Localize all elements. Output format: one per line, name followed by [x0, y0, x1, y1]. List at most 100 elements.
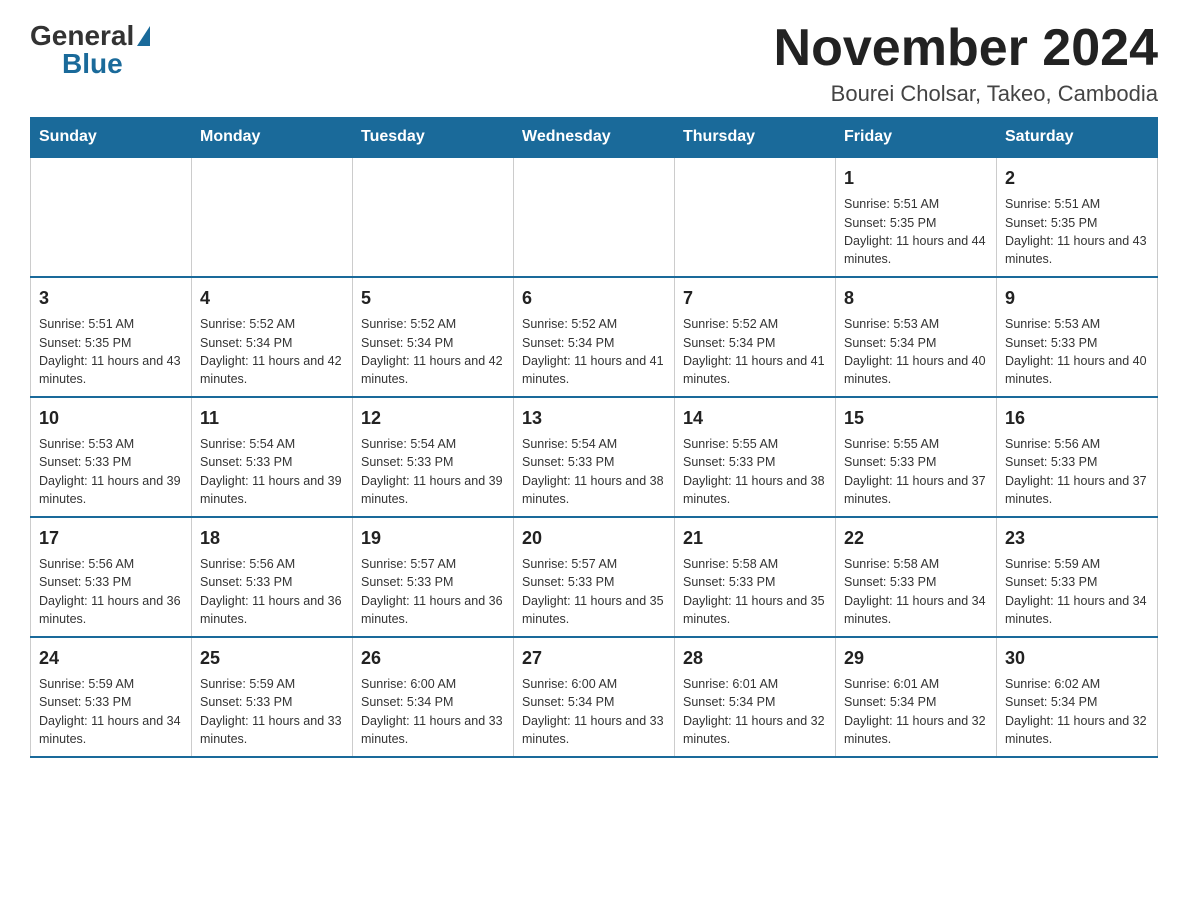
calendar-day-cell: 8 Sunrise: 5:53 AMSunset: 5:34 PMDaylight… — [836, 277, 997, 397]
day-info: Sunrise: 5:51 AMSunset: 5:35 PMDaylight:… — [1005, 197, 1147, 266]
day-info: Sunrise: 5:52 AMSunset: 5:34 PMDaylight:… — [361, 317, 503, 386]
day-info: Sunrise: 6:02 AMSunset: 5:34 PMDaylight:… — [1005, 677, 1147, 746]
calendar-week-row: 1 Sunrise: 5:51 AMSunset: 5:35 PMDaylight… — [31, 157, 1158, 277]
day-info: Sunrise: 5:53 AMSunset: 5:34 PMDaylight:… — [844, 317, 986, 386]
calendar-day-cell — [675, 157, 836, 277]
calendar-day-cell: 13 Sunrise: 5:54 AMSunset: 5:33 PMDayligh… — [514, 397, 675, 517]
day-info: Sunrise: 5:56 AMSunset: 5:33 PMDaylight:… — [200, 557, 342, 626]
calendar-day-cell: 7 Sunrise: 5:52 AMSunset: 5:34 PMDaylight… — [675, 277, 836, 397]
day-info: Sunrise: 5:55 AMSunset: 5:33 PMDaylight:… — [683, 437, 825, 506]
day-number: 18 — [200, 526, 344, 551]
calendar-day-cell: 21Sunrise: 5:58 AMSunset: 5:33 PMDayligh… — [675, 517, 836, 637]
day-number: 15 — [844, 406, 988, 431]
calendar-day-cell: 20 Sunrise: 5:57 AMSunset: 5:33 PMDayligh… — [514, 517, 675, 637]
calendar-day-cell: 11Sunrise: 5:54 AMSunset: 5:33 PMDayligh… — [192, 397, 353, 517]
day-of-week-header: Saturday — [997, 118, 1158, 158]
calendar-day-cell: 29 Sunrise: 6:01 AMSunset: 5:34 PMDayligh… — [836, 637, 997, 757]
day-of-week-header: Sunday — [31, 118, 192, 158]
calendar-day-cell: 15 Sunrise: 5:55 AMSunset: 5:33 PMDayligh… — [836, 397, 997, 517]
calendar-day-cell: 27 Sunrise: 6:00 AMSunset: 5:34 PMDayligh… — [514, 637, 675, 757]
calendar-day-cell: 17 Sunrise: 5:56 AMSunset: 5:33 PMDayligh… — [31, 517, 192, 637]
day-number: 8 — [844, 286, 988, 311]
calendar-day-cell: 6 Sunrise: 5:52 AMSunset: 5:34 PMDaylight… — [514, 277, 675, 397]
day-info: Sunrise: 5:56 AMSunset: 5:33 PMDaylight:… — [39, 557, 181, 626]
day-number: 7 — [683, 286, 827, 311]
calendar-day-cell: 14 Sunrise: 5:55 AMSunset: 5:33 PMDayligh… — [675, 397, 836, 517]
day-info: Sunrise: 5:59 AMSunset: 5:33 PMDaylight:… — [39, 677, 181, 746]
day-number: 12 — [361, 406, 505, 431]
day-number: 13 — [522, 406, 666, 431]
day-number: 19 — [361, 526, 505, 551]
calendar-day-cell: 22Sunrise: 5:58 AMSunset: 5:33 PMDayligh… — [836, 517, 997, 637]
day-of-week-header: Friday — [836, 118, 997, 158]
day-number: 26 — [361, 646, 505, 671]
day-of-week-header: Tuesday — [353, 118, 514, 158]
day-info: Sunrise: 5:54 AMSunset: 5:33 PMDaylight:… — [522, 437, 664, 506]
day-number: 10 — [39, 406, 183, 431]
location-title: Bourei Cholsar, Takeo, Cambodia — [774, 81, 1158, 107]
day-info: Sunrise: 5:57 AMSunset: 5:33 PMDaylight:… — [361, 557, 503, 626]
day-number: 29 — [844, 646, 988, 671]
day-number: 24 — [39, 646, 183, 671]
calendar-header-row: SundayMondayTuesdayWednesdayThursdayFrid… — [31, 118, 1158, 158]
calendar-day-cell — [514, 157, 675, 277]
day-number: 22 — [844, 526, 988, 551]
calendar-day-cell: 26 Sunrise: 6:00 AMSunset: 5:34 PMDayligh… — [353, 637, 514, 757]
day-info: Sunrise: 6:01 AMSunset: 5:34 PMDaylight:… — [844, 677, 986, 746]
calendar-day-cell — [192, 157, 353, 277]
day-info: Sunrise: 5:52 AMSunset: 5:34 PMDaylight:… — [522, 317, 664, 386]
day-number: 9 — [1005, 286, 1149, 311]
day-number: 14 — [683, 406, 827, 431]
day-number: 16 — [1005, 406, 1149, 431]
day-number: 1 — [844, 166, 988, 191]
calendar-day-cell: 4 Sunrise: 5:52 AMSunset: 5:34 PMDaylight… — [192, 277, 353, 397]
day-number: 4 — [200, 286, 344, 311]
calendar-day-cell: 25Sunrise: 5:59 AMSunset: 5:33 PMDayligh… — [192, 637, 353, 757]
day-info: Sunrise: 5:52 AMSunset: 5:34 PMDaylight:… — [200, 317, 342, 386]
calendar-table: SundayMondayTuesdayWednesdayThursdayFrid… — [30, 117, 1158, 758]
day-info: Sunrise: 5:51 AMSunset: 5:35 PMDaylight:… — [844, 197, 986, 266]
calendar-day-cell: 1 Sunrise: 5:51 AMSunset: 5:35 PMDaylight… — [836, 157, 997, 277]
logo-blue-text: Blue — [62, 48, 123, 80]
logo-triangle-icon — [137, 26, 150, 46]
title-area: November 2024 Bourei Cholsar, Takeo, Cam… — [774, 20, 1158, 107]
day-number: 2 — [1005, 166, 1149, 191]
day-info: Sunrise: 6:00 AMSunset: 5:34 PMDaylight:… — [522, 677, 664, 746]
calendar-day-cell: 28 Sunrise: 6:01 AMSunset: 5:34 PMDayligh… — [675, 637, 836, 757]
day-of-week-header: Monday — [192, 118, 353, 158]
day-number: 3 — [39, 286, 183, 311]
day-number: 23 — [1005, 526, 1149, 551]
day-info: Sunrise: 5:55 AMSunset: 5:33 PMDaylight:… — [844, 437, 986, 506]
day-number: 6 — [522, 286, 666, 311]
calendar-day-cell: 12 Sunrise: 5:54 AMSunset: 5:33 PMDayligh… — [353, 397, 514, 517]
calendar-day-cell: 23Sunrise: 5:59 AMSunset: 5:33 PMDayligh… — [997, 517, 1158, 637]
calendar-day-cell: 5Sunrise: 5:52 AMSunset: 5:34 PMDaylight… — [353, 277, 514, 397]
day-info: Sunrise: 5:53 AMSunset: 5:33 PMDaylight:… — [39, 437, 181, 506]
day-of-week-header: Wednesday — [514, 118, 675, 158]
calendar-day-cell: 10 Sunrise: 5:53 AMSunset: 5:33 PMDayligh… — [31, 397, 192, 517]
header: General Blue November 2024 Bourei Cholsa… — [30, 20, 1158, 107]
day-info: Sunrise: 6:01 AMSunset: 5:34 PMDaylight:… — [683, 677, 825, 746]
day-of-week-header: Thursday — [675, 118, 836, 158]
calendar-week-row: 24 Sunrise: 5:59 AMSunset: 5:33 PMDayligh… — [31, 637, 1158, 757]
day-info: Sunrise: 6:00 AMSunset: 5:34 PMDaylight:… — [361, 677, 503, 746]
day-number: 28 — [683, 646, 827, 671]
day-info: Sunrise: 5:52 AMSunset: 5:34 PMDaylight:… — [683, 317, 825, 386]
day-number: 20 — [522, 526, 666, 551]
calendar-week-row: 17 Sunrise: 5:56 AMSunset: 5:33 PMDayligh… — [31, 517, 1158, 637]
day-number: 21 — [683, 526, 827, 551]
day-number: 17 — [39, 526, 183, 551]
day-info: Sunrise: 5:57 AMSunset: 5:33 PMDaylight:… — [522, 557, 664, 626]
day-number: 30 — [1005, 646, 1149, 671]
logo: General Blue — [30, 20, 150, 80]
calendar-day-cell: 19 Sunrise: 5:57 AMSunset: 5:33 PMDayligh… — [353, 517, 514, 637]
calendar-day-cell — [353, 157, 514, 277]
calendar-week-row: 10 Sunrise: 5:53 AMSunset: 5:33 PMDayligh… — [31, 397, 1158, 517]
calendar-day-cell: 3Sunrise: 5:51 AMSunset: 5:35 PMDaylight… — [31, 277, 192, 397]
day-number: 27 — [522, 646, 666, 671]
day-info: Sunrise: 5:54 AMSunset: 5:33 PMDaylight:… — [361, 437, 503, 506]
calendar-day-cell: 16Sunrise: 5:56 AMSunset: 5:33 PMDayligh… — [997, 397, 1158, 517]
calendar-day-cell: 18 Sunrise: 5:56 AMSunset: 5:33 PMDayligh… — [192, 517, 353, 637]
day-info: Sunrise: 5:54 AMSunset: 5:33 PMDaylight:… — [200, 437, 342, 506]
day-info: Sunrise: 5:53 AMSunset: 5:33 PMDaylight:… — [1005, 317, 1147, 386]
